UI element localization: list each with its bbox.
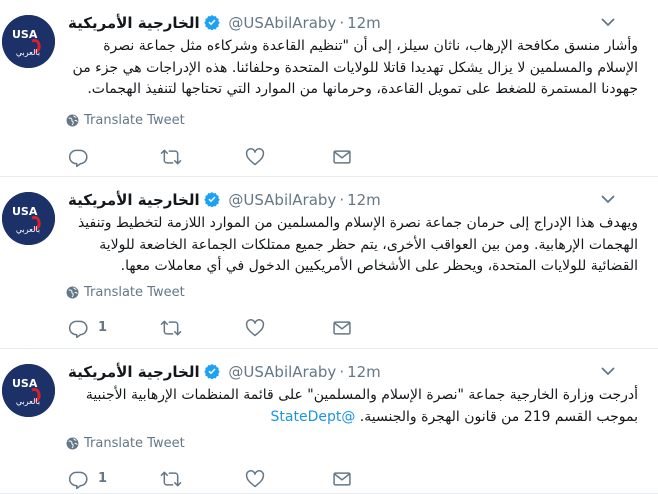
direct-message-icon — [333, 320, 351, 335]
display-name[interactable]: الخارجية الأمريكية — [68, 191, 200, 209]
reply-count: 1 — [98, 320, 108, 335]
reply-button[interactable] — [68, 146, 98, 168]
avatar[interactable]: USA بالعربي — [2, 364, 55, 417]
username[interactable]: @USAbilAraby — [228, 363, 336, 381]
reply-icon — [68, 149, 88, 167]
verified-badge-icon — [203, 14, 220, 35]
username[interactable]: @USAbilAraby — [228, 191, 336, 209]
like-icon — [245, 147, 265, 165]
avatar-bottom-text: بالعربي — [16, 48, 40, 57]
verified-badge-icon — [203, 363, 220, 384]
direct-message-button[interactable] — [332, 146, 352, 168]
tweet-body: وأشار منسق مكافحة الإرهاب، ناثان سيلز، إ… — [72, 38, 638, 97]
globe-icon — [66, 286, 79, 299]
reply-button[interactable]: 1 — [68, 317, 107, 339]
translate-label: Translate Tweet — [84, 113, 185, 128]
translate-label: Translate Tweet — [84, 436, 185, 451]
timestamp[interactable]: 12m — [347, 191, 381, 209]
avatar[interactable]: USA بالعربي — [2, 15, 55, 68]
time-separator: · — [339, 191, 345, 209]
tweet-text: أدرجت وزارة الخارجية جماعة "نصرة الإسلام… — [66, 385, 638, 428]
direct-message-icon — [333, 471, 351, 486]
verified-badge-icon — [203, 191, 220, 212]
avatar-bottom-text: بالعربي — [16, 225, 40, 234]
retweet-button[interactable] — [160, 146, 192, 168]
tweet-timeline: USA بالعربي الخارجية الأمريكية @USAbilAr… — [0, 0, 658, 494]
tweet-actions: 1 — [68, 468, 368, 490]
time-separator: · — [339, 14, 345, 32]
like-button[interactable] — [245, 317, 275, 339]
chevron-down-icon[interactable] — [598, 14, 618, 30]
timestamp[interactable]: 12m — [347, 363, 381, 381]
like-button[interactable] — [245, 468, 275, 490]
username[interactable]: @USAbilAraby — [228, 14, 336, 32]
tweet-header: الخارجية الأمريكية @USAbilAraby · 12m — [68, 362, 381, 382]
usa-bil-araby-logo-icon: USA بالعربي — [2, 15, 55, 68]
direct-message-button[interactable] — [332, 317, 352, 339]
reply-icon — [68, 320, 88, 338]
display-name[interactable]: الخارجية الأمريكية — [68, 14, 200, 32]
tweet-header: الخارجية الأمريكية @USAbilAraby · 12m — [68, 190, 381, 210]
direct-message-icon — [333, 149, 351, 164]
tweet-text: وأشار منسق مكافحة الإرهاب، ناثان سيلز، إ… — [66, 36, 638, 101]
chevron-down-icon[interactable] — [598, 191, 618, 207]
usa-bil-araby-logo-icon: USA بالعربي — [2, 192, 55, 245]
time-separator: · — [339, 363, 345, 381]
tweet[interactable]: USA بالعربي الخارجية الأمريكية @USAbilAr… — [0, 0, 658, 177]
retweet-icon — [160, 471, 182, 486]
tweet-actions — [68, 146, 368, 168]
like-icon — [245, 469, 265, 487]
tweet-actions: 1 — [68, 317, 368, 339]
display-name[interactable]: الخارجية الأمريكية — [68, 363, 200, 381]
reply-icon — [68, 471, 88, 489]
reply-count: 1 — [98, 471, 108, 486]
mention-link[interactable]: @StateDept — [271, 409, 356, 425]
tweet-body: ويهدف هذا الإدراج إلى حرمان جماعة نصرة ا… — [77, 215, 638, 274]
retweet-icon — [160, 149, 182, 164]
avatar[interactable]: USA بالعربي — [2, 192, 55, 245]
timestamp[interactable]: 12m — [347, 14, 381, 32]
retweet-icon — [160, 320, 182, 335]
like-icon — [245, 318, 265, 336]
usa-bil-araby-logo-icon: USA بالعربي — [2, 364, 55, 417]
tweet-header: الخارجية الأمريكية @USAbilAraby · 12m — [68, 13, 381, 33]
translate-tweet-link[interactable]: Translate Tweet — [66, 435, 185, 453]
direct-message-button[interactable] — [332, 468, 352, 490]
tweet-text: ويهدف هذا الإدراج إلى حرمان جماعة نصرة ا… — [66, 213, 638, 278]
chevron-down-icon[interactable] — [598, 363, 618, 379]
tweet-body: أدرجت وزارة الخارجية جماعة "نصرة الإسلام… — [85, 387, 638, 425]
avatar-bottom-text: بالعربي — [16, 397, 40, 406]
like-button[interactable] — [245, 146, 275, 168]
retweet-button[interactable] — [160, 317, 192, 339]
retweet-button[interactable] — [160, 468, 192, 490]
reply-button[interactable]: 1 — [68, 468, 107, 490]
globe-icon — [66, 114, 79, 127]
globe-icon — [66, 437, 79, 450]
translate-tweet-link[interactable]: Translate Tweet — [66, 112, 185, 130]
translate-tweet-link[interactable]: Translate Tweet — [66, 284, 185, 302]
translate-label: Translate Tweet — [84, 285, 185, 300]
